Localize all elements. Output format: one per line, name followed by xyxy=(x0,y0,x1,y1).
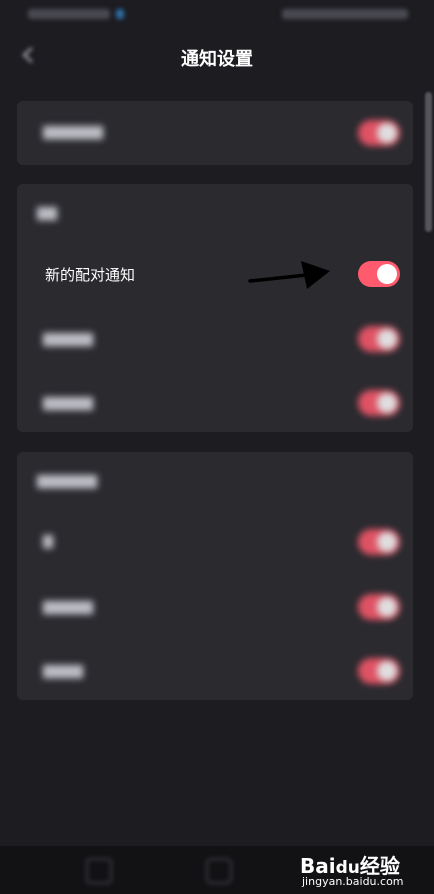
status-time-blurred xyxy=(28,9,110,19)
row-label-blurred: ▇▇▇▇▇ xyxy=(43,600,93,615)
watermark: Baidu经验 jingyan.baidu.com xyxy=(300,850,420,892)
settings-card-match: ▇▇ 新的配对通知 ▇▇▇▇▇ ▇▇▇▇▇ xyxy=(17,184,413,432)
header: 通知设置 xyxy=(0,32,434,82)
recent-apps-button[interactable] xyxy=(86,858,112,884)
row-label-blurred: ▇▇▇▇▇ xyxy=(43,396,93,411)
toggle-switch[interactable] xyxy=(358,120,400,146)
toggle-switch[interactable] xyxy=(358,390,400,416)
home-button[interactable] xyxy=(206,858,232,884)
status-icons-blurred xyxy=(282,9,408,19)
new-match-notification-label: 新的配对通知 xyxy=(45,266,136,284)
toggle-knob xyxy=(377,597,397,617)
row-label-blurred: ▇▇▇▇▇▇ xyxy=(43,125,103,140)
toggle-knob xyxy=(377,532,397,552)
toggle-switch[interactable] xyxy=(358,326,400,352)
screen: 通知设置 ▇▇▇▇▇▇ ▇▇ 新的配对通知 ▇▇▇▇▇ ▇▇▇▇▇ ▇▇▇▇▇▇… xyxy=(0,0,434,894)
row-label-blurred: ▇▇▇▇▇ xyxy=(43,332,93,347)
toggle-knob xyxy=(377,123,397,143)
toggle-knob xyxy=(377,264,397,284)
row-label-blurred: ▇ xyxy=(43,534,53,549)
watermark-url: jingyan.baidu.com xyxy=(302,875,404,888)
settings-card-general: ▇▇▇▇▇▇ xyxy=(17,101,413,165)
toggle-knob xyxy=(377,393,397,413)
status-bar xyxy=(0,0,434,30)
settings-card-other: ▇▇▇▇▇▇ ▇ ▇▇▇▇▇ ▇▇▇▇ xyxy=(17,452,413,700)
annotation-arrow-icon xyxy=(248,261,330,289)
toggle-switch[interactable] xyxy=(358,529,400,555)
status-indicator-blurred xyxy=(116,9,124,19)
section-header-blurred: ▇▇ xyxy=(37,206,57,221)
page-title: 通知设置 xyxy=(181,49,253,70)
new-match-notification-toggle[interactable] xyxy=(358,261,400,287)
section-header-blurred: ▇▇▇▇▇▇ xyxy=(37,474,97,489)
toggle-knob xyxy=(377,329,397,349)
toggle-switch[interactable] xyxy=(358,594,400,620)
toggle-knob xyxy=(377,661,397,681)
scrollbar[interactable] xyxy=(425,92,432,232)
toggle-switch[interactable] xyxy=(358,658,400,684)
row-label-blurred: ▇▇▇▇ xyxy=(43,664,83,679)
